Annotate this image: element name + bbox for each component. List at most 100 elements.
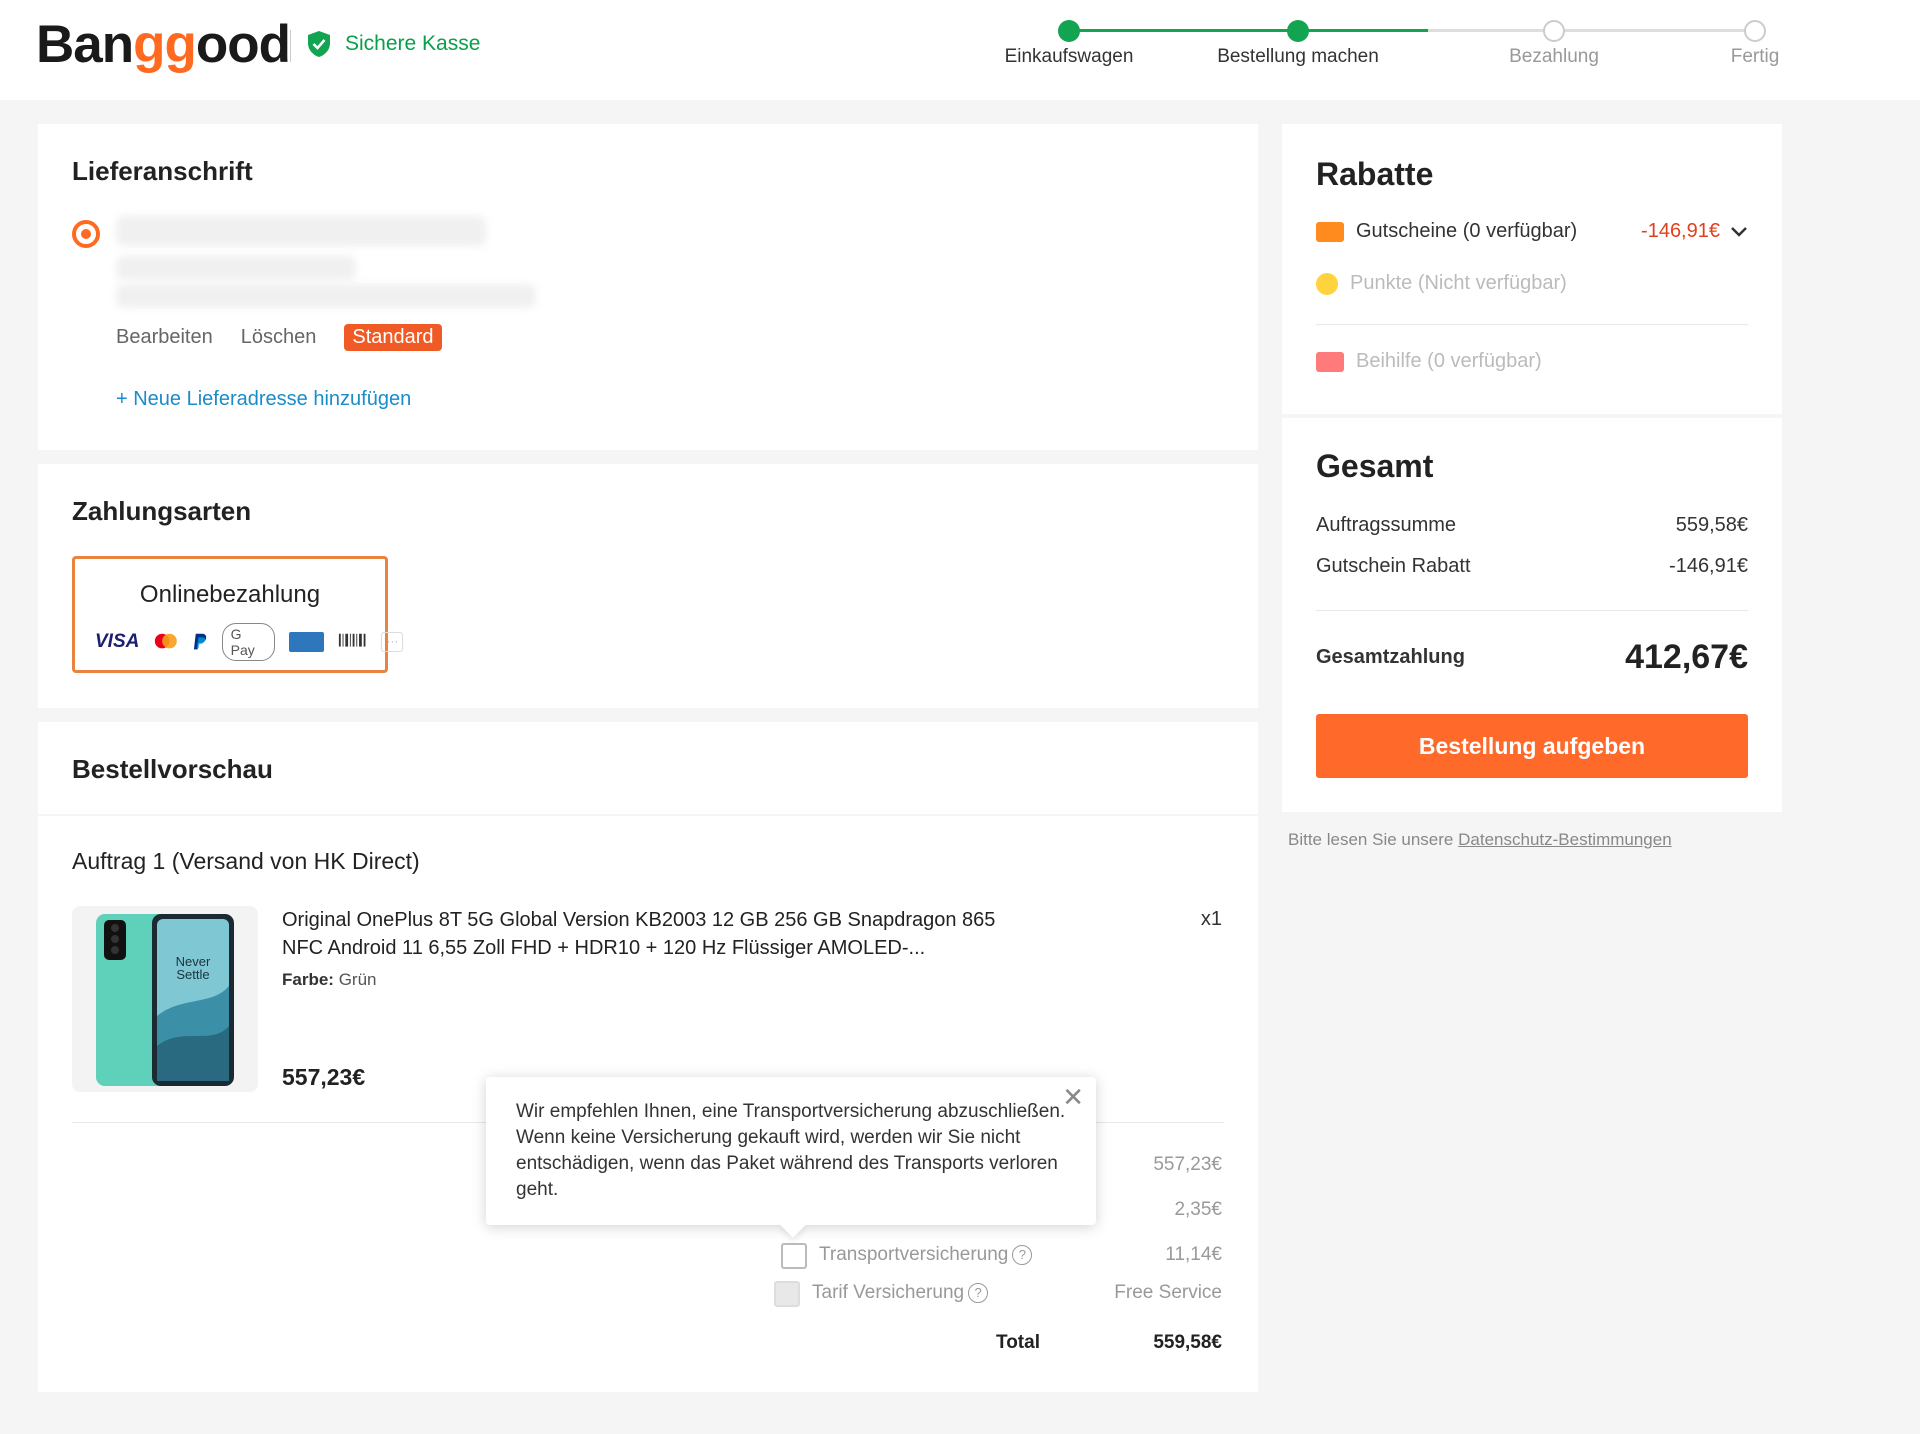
help-icon[interactable]: ? [968, 1282, 989, 1303]
more-icon: ··· [381, 632, 404, 652]
mastercard-icon [155, 633, 178, 649]
tariff-insurance-value: Free Service [1114, 1282, 1222, 1303]
tariff-insurance-row: Tarif Versicherung? [812, 1282, 989, 1304]
allowance-row: Beihilfe (0 verfügbar) [1316, 350, 1542, 373]
step-label-payment: Bezahlung [1509, 46, 1599, 67]
shipping-address-card: Lieferanschrift Bearbeiten Löschen Stand… [38, 124, 1258, 450]
product-image[interactable]: Never Settle [72, 906, 258, 1092]
checkout-steps: Einkaufswagen Bestellung machen Bezahlun… [990, 16, 1790, 86]
transport-insurance-row: Transportversicherung? [819, 1244, 1033, 1266]
product-color-value: Grün [338, 970, 377, 989]
step-line-done [1069, 29, 1298, 32]
privacy-notice: Bitte lesen Sie unsere Datenschutz-Besti… [1288, 830, 1672, 850]
points-label: Punkte (Nicht verfügbar) [1350, 272, 1567, 294]
address-redacted-line-3 [116, 284, 536, 308]
grand-total-row: Gesamtzahlung 412,67€ [1316, 638, 1748, 677]
transport-insurance-value: 11,14€ [1165, 1244, 1222, 1265]
address-redacted-line-2 [116, 256, 356, 280]
phone-image: Never Settle [96, 914, 234, 1086]
total-label: Total [996, 1332, 1040, 1353]
header-divider [290, 30, 291, 62]
allowance-label: Beihilfe (0 verfügbar) [1356, 350, 1542, 372]
screen-text-2: Settle [176, 967, 209, 982]
tariff-insurance-label: Tarif Versicherung [812, 1282, 965, 1303]
visa-icon: VISA [95, 631, 140, 652]
step-dot-done [1744, 20, 1766, 42]
coupon-discount-row: Gutschein Rabatt -146,91€ [1316, 555, 1748, 578]
total-divider [1316, 610, 1748, 611]
shield-check-icon [308, 31, 330, 57]
product-color: Farbe: Grün [282, 970, 377, 990]
step-dot-cart [1058, 20, 1080, 42]
grand-total-value: 412,67€ [1625, 638, 1748, 676]
amex-icon [289, 632, 325, 652]
coupons-row[interactable]: Gutscheine (0 verfügbar) -146,91€ [1316, 220, 1748, 243]
shipping-value: 2,35€ [1174, 1199, 1222, 1220]
help-icon[interactable]: ? [1012, 1244, 1033, 1265]
grand-total-label: Gesamtzahlung [1316, 646, 1465, 668]
address-radio[interactable] [72, 220, 100, 248]
online-payment-option[interactable]: Onlinebezahlung VISA G Pay ··· [72, 556, 404, 673]
transport-insurance-checkbox[interactable] [781, 1243, 807, 1269]
address-title: Lieferanschrift [72, 156, 253, 186]
step-dot-payment [1543, 20, 1565, 42]
payment-title: Zahlungsarten [72, 496, 252, 526]
step-label-order: Bestellung machen [1217, 46, 1379, 67]
product-price: 557,23€ [282, 1064, 366, 1090]
step-line-current [1298, 29, 1428, 32]
coupon-icon [1316, 221, 1344, 242]
transport-insurance-label: Transportversicherung [819, 1244, 1009, 1265]
privacy-policy-link[interactable]: Datenschutz-Bestimmungen [1458, 830, 1672, 849]
step-label-finished: Fertig [1730, 46, 1780, 67]
discounts-divider [1316, 324, 1748, 325]
tooltip-text: Wir empfehlen Ihnen, eine Transportversi… [516, 1101, 1066, 1200]
order-sum-label: Auftragssumme [1316, 514, 1457, 536]
coupon-discount-value: -146,91€ [1669, 555, 1748, 577]
online-payment-label: Onlinebezahlung [139, 581, 321, 608]
order-sum-row: Auftragssumme 559,58€ [1316, 514, 1748, 537]
step-line-todo [1428, 29, 1750, 32]
order-sum-value: 559,58€ [1675, 514, 1748, 536]
address-actions: Bearbeiten Löschen Standard [116, 324, 442, 351]
total-card: Gesamt Auftragssumme 559,58€ Gutschein R… [1282, 418, 1782, 812]
insurance-tooltip: Wir empfehlen Ihnen, eine Transportversi… [486, 1077, 1096, 1238]
google-pay-icon: G Pay [221, 623, 276, 661]
discounts-title: Rabatte [1316, 156, 1434, 192]
close-icon[interactable]: ✕ [1062, 1083, 1084, 1111]
payment-methods-card: Zahlungsarten Onlinebezahlung VISA G Pay… [38, 464, 1258, 708]
edit-address-link[interactable]: Bearbeiten [116, 326, 213, 349]
order-title: Auftrag 1 (Versand von HK Direct) [72, 848, 420, 874]
subtotal-value: 557,23€ [1153, 1154, 1222, 1175]
points-row: Punkte (Nicht verfügbar) [1316, 272, 1567, 295]
coupon-discount-label: Gutschein Rabatt [1316, 555, 1471, 577]
step-label-cart: Einkaufswagen [1004, 46, 1134, 67]
step-dot-order [1287, 20, 1309, 42]
total-title: Gesamt [1316, 448, 1434, 484]
delete-address-link[interactable]: Löschen [241, 326, 317, 349]
privacy-prefix: Bitte lesen Sie unsere [1288, 830, 1454, 849]
coupons-label: Gutscheine (0 verfügbar) [1356, 220, 1578, 242]
order-preview-title: Bestellvorschau [72, 754, 273, 784]
secure-label: Sichere Kasse [345, 32, 481, 55]
coupons-value: -146,91€ [1641, 220, 1720, 242]
secure-checkout: Sichere Kasse [307, 30, 480, 58]
banggood-logo[interactable]: Banggood [36, 14, 291, 75]
allowance-icon [1316, 351, 1344, 372]
points-coin-icon [1316, 272, 1338, 295]
product-quantity: x1 [1200, 908, 1222, 930]
product-title[interactable]: Original OnePlus 8T 5G Global Version KB… [282, 906, 1022, 962]
chevron-down-icon[interactable] [1730, 226, 1748, 238]
product-color-label: Farbe: [282, 970, 334, 989]
order-preview-header: Bestellvorschau [38, 722, 1258, 814]
tariff-insurance-checkbox [774, 1281, 800, 1307]
paypal-icon [193, 633, 207, 650]
place-order-button[interactable]: Bestellung aufgeben [1316, 714, 1748, 778]
default-address-badge: Standard [344, 324, 442, 351]
boleto-icon [338, 633, 366, 647]
address-redacted-line-1 [116, 216, 486, 246]
add-address-link[interactable]: + Neue Lieferadresse hinzufügen [116, 388, 411, 411]
payment-logos: VISA G Pay ··· [95, 623, 404, 661]
total-value: 559,58€ [1153, 1332, 1222, 1353]
discounts-card: Rabatte Gutscheine (0 verfügbar) -146,91… [1282, 124, 1782, 414]
header: Banggood Sichere Kasse Einkaufswagen Bes… [0, 0, 1920, 100]
